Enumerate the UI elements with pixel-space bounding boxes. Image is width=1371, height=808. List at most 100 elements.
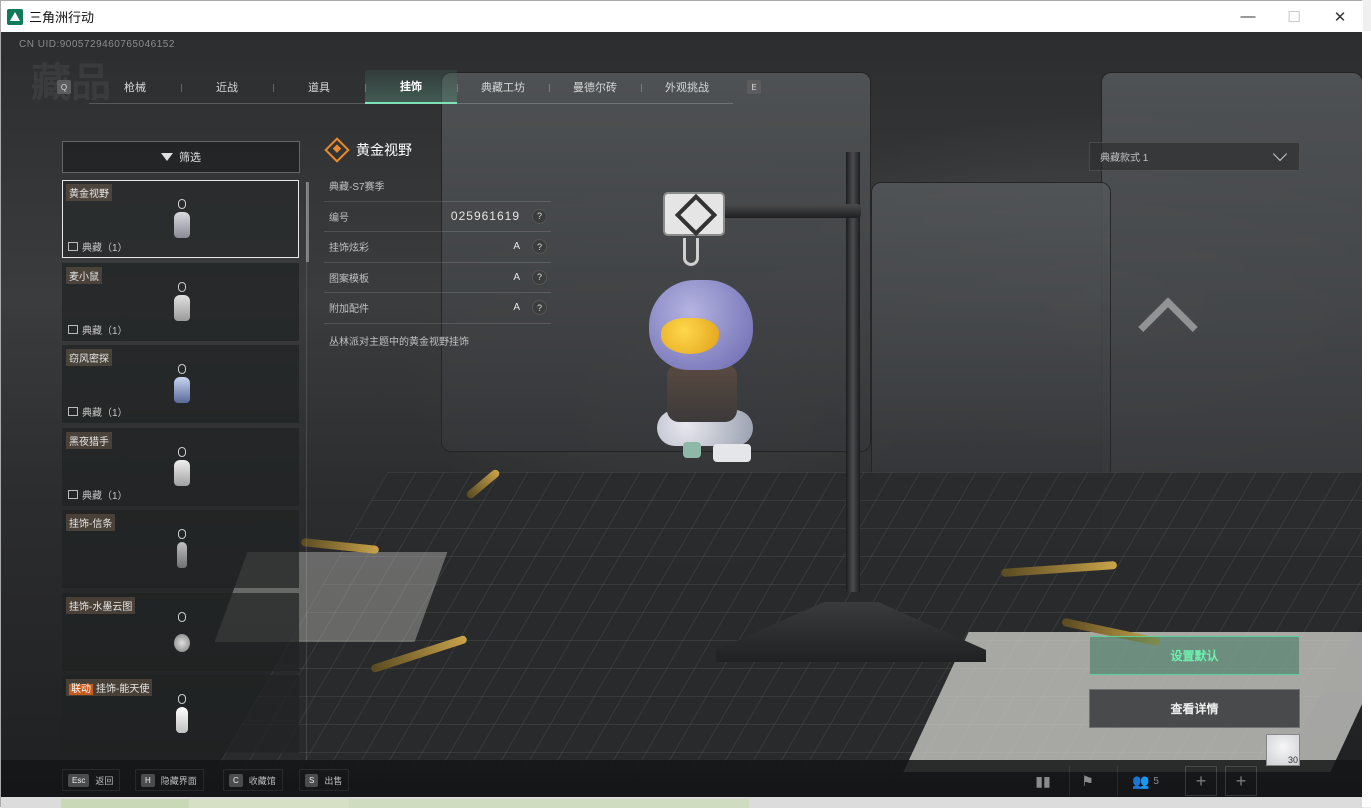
list-item[interactable]: 黑夜猎手 典藏（1） — [62, 427, 299, 506]
filter-icon — [161, 153, 173, 161]
view-details-button[interactable]: 查看详情 — [1089, 689, 1300, 728]
close-button[interactable]: ✕ — [1317, 1, 1363, 32]
list-item[interactable]: 挂饰-水墨云图 — [62, 592, 299, 671]
chevron-down-icon — [1272, 146, 1288, 162]
flag-icon[interactable]: ⚑ — [1069, 766, 1105, 796]
key-badge: C — [229, 773, 243, 787]
help-icon[interactable]: ? — [532, 300, 547, 316]
charm-list-panel: 筛选 黄金视野 典藏（1） 麦小鼠 典藏（1） 窃风密探 典藏（1） 黑夜猎手 … — [62, 141, 300, 761]
key-badge: Esc — [68, 773, 90, 787]
row-value: A — [513, 241, 520, 253]
detail-row-pattern: 图案模板 A? — [324, 263, 551, 293]
serial-value: 025961619 — [450, 209, 520, 224]
background-strip — [1, 797, 1363, 808]
item-collection-count: 典藏（1） — [68, 322, 128, 337]
detail-row-serial: 编号 025961619? — [324, 202, 551, 232]
tab-melee[interactable]: 近战 — [181, 70, 273, 104]
hook-block — [663, 192, 725, 236]
season-row: 典藏-S7赛季 — [324, 171, 551, 202]
charm-3d-model[interactable] — [639, 270, 767, 466]
variant-value: 典藏款式 1 — [1100, 153, 1149, 164]
plus-icon: + — [1195, 770, 1207, 791]
friends-icon: 👥 — [1132, 772, 1150, 789]
image-icon — [68, 489, 78, 499]
display-stand-cap — [846, 144, 870, 152]
row-label: 编号 — [329, 212, 349, 224]
stats-icon[interactable]: ▮▮ — [1025, 766, 1061, 796]
next-tab-key[interactable]: E — [747, 80, 761, 94]
detail-row-accessory: 附加配件 A? — [324, 293, 551, 324]
charm-detail-panel: 黄金视野 典藏-S7赛季 编号 025961619? 挂饰炫彩 A? 图案模板 … — [324, 137, 551, 348]
title-bar: 三角洲行动 — ☐ ✕ — [1, 1, 1363, 32]
image-icon — [68, 324, 78, 334]
party-count: 5 — [1153, 775, 1159, 787]
item-name: 黑夜猎手 — [66, 431, 112, 449]
charm-description: 丛林派对主题中的黄金视野挂饰 — [329, 336, 469, 348]
tab-appearance-challenge[interactable]: 外观挑战 — [641, 70, 733, 104]
uid-label: CN UID:9005729460765046152 — [19, 39, 175, 50]
list-item[interactable]: 黄金视野 典藏（1） — [62, 180, 299, 258]
maximize-button[interactable]: ☐ — [1271, 1, 1317, 32]
filter-button[interactable]: 筛选 — [62, 141, 300, 173]
list-item[interactable]: 麦小鼠 典藏（1） — [62, 262, 299, 341]
hide-ui-hint[interactable]: H 隐藏界面 — [135, 769, 204, 791]
item-name: 挂饰-水墨云图 — [66, 596, 136, 614]
help-icon[interactable]: ? — [532, 208, 547, 224]
minimize-button[interactable]: — — [1225, 1, 1271, 32]
player-level: 30 — [1287, 755, 1298, 765]
row-value: A — [513, 302, 520, 314]
image-icon — [68, 242, 78, 251]
list-item[interactable]: 联动 挂饰-能天使 — [62, 675, 299, 753]
hint-label: 隐藏界面 — [160, 775, 197, 786]
tab-collection-workshop[interactable]: 典藏工坊 — [457, 70, 549, 104]
display-stand-arm — [719, 204, 861, 218]
charm-thumbnail — [171, 281, 193, 330]
row-label: 挂饰炫彩 — [329, 243, 369, 255]
collection-hall-hint[interactable]: C 收藏馆 — [223, 769, 283, 791]
tab-guns[interactable]: 枪械 — [89, 70, 181, 104]
delta-logo-icon — [7, 8, 23, 25]
key-badge: H — [141, 773, 155, 787]
charm-thumbnail — [171, 611, 193, 660]
item-collection-count: 典藏（1） — [68, 487, 128, 502]
item-name: 窃风密探 — [66, 349, 112, 366]
hook — [683, 238, 699, 266]
charm-thumbnail — [171, 446, 193, 495]
charm-list: 黄金视野 典藏（1） 麦小鼠 典藏（1） 窃风密探 典藏（1） 黑夜猎手 典藏（… — [62, 180, 300, 753]
row-label: 图案模板 — [329, 273, 369, 285]
background-window-edge — [1362, 31, 1371, 807]
variant-dropdown[interactable]: 典藏款式 1 — [1089, 142, 1300, 171]
item-name: 麦小鼠 — [66, 266, 102, 284]
app-window: 三角洲行动 — ☐ ✕ CN UID:9005729460765046152 藏… — [0, 0, 1363, 808]
sell-hint[interactable]: S 出售 — [299, 769, 350, 791]
detail-row-color: 挂饰炫彩 A? — [324, 232, 551, 263]
rarity-gem-icon — [324, 137, 350, 163]
prev-tab-key[interactable]: Q — [57, 80, 71, 94]
list-item[interactable]: 窃风密探 典藏（1） — [62, 345, 299, 423]
item-name: 黄金视野 — [66, 184, 112, 201]
tab-items[interactable]: 道具 — [273, 70, 365, 104]
add-teammate-button[interactable]: + — [1225, 766, 1257, 796]
charm-thumbnail — [171, 529, 193, 577]
list-scroll-track[interactable] — [306, 182, 307, 762]
charm-thumbnail — [171, 199, 193, 247]
list-scrollbar-thumb[interactable] — [306, 182, 309, 262]
charm-thumbnail — [171, 364, 193, 412]
item-name: 挂饰-信条 — [66, 514, 116, 531]
window-title: 三角洲行动 — [29, 10, 95, 25]
help-icon[interactable]: ? — [532, 269, 547, 285]
add-teammate-button[interactable]: + — [1185, 766, 1217, 796]
set-default-button[interactable]: 设置默认 — [1089, 636, 1300, 675]
tab-charms[interactable]: 挂饰 — [365, 70, 457, 104]
friends-button[interactable]: 👥 5 — [1117, 766, 1173, 796]
plus-icon: + — [1235, 770, 1247, 791]
item-name: 联动 挂饰-能天使 — [66, 679, 153, 696]
game-viewport: CN UID:9005729460765046152 藏品 Q 枪械 近战 道具… — [1, 32, 1363, 797]
list-item[interactable]: 挂饰-信条 — [62, 510, 299, 588]
image-icon — [68, 407, 78, 416]
help-icon[interactable]: ? — [532, 239, 547, 255]
player-avatar[interactable]: 30 — [1266, 734, 1300, 766]
back-hint[interactable]: Esc 返回 — [62, 769, 121, 791]
tab-mandel-brick[interactable]: 曼德尔砖 — [549, 70, 641, 104]
hint-label: 收藏馆 — [248, 775, 276, 786]
